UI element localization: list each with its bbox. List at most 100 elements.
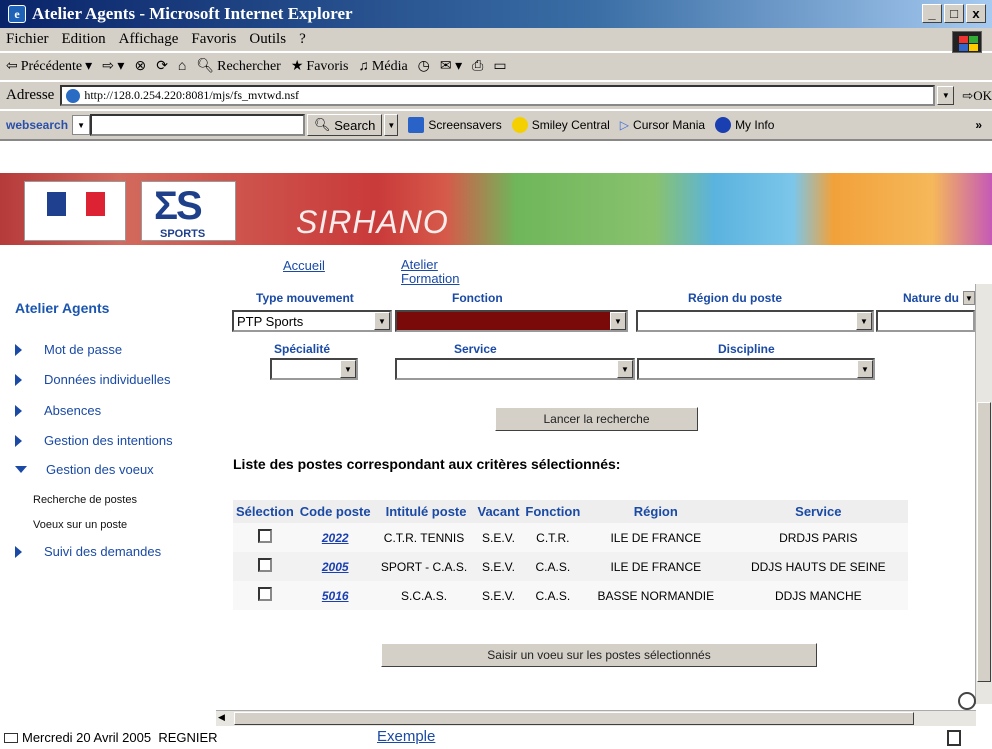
exemple-link[interactable]: Exemple (377, 728, 435, 745)
results-title: Liste des postes correspondant aux critè… (233, 456, 621, 472)
go-button[interactable]: ⇨OK (962, 88, 992, 104)
scroll-left-arrow-icon[interactable]: ◀ (218, 712, 225, 723)
history-icon[interactable]: ◷ (418, 58, 430, 75)
sidebar-item-requests[interactable]: Suivi des demandes (15, 544, 161, 559)
window-titlebar: e Atelier Agents - Microsoft Internet Ex… (0, 0, 992, 28)
code-link[interactable]: 2005 (322, 560, 349, 574)
home-icon[interactable]: ⌂ (178, 59, 186, 75)
col-header-vacant: Vacant (474, 500, 523, 523)
cell-region: ILE DE FRANCE (583, 552, 729, 581)
smiley-central-link[interactable]: Smiley Central (511, 117, 610, 133)
print-icon[interactable]: ⎙ (472, 59, 483, 75)
toolbar-overflow-chevron[interactable]: » (975, 118, 982, 132)
french-flag-icon (47, 192, 105, 216)
menu-bar: Fichier Edition Affichage Favoris Outils… (0, 28, 992, 52)
fonction-select[interactable]: ▼ (395, 310, 628, 332)
row-checkbox[interactable] (257, 587, 272, 601)
training-link[interactable]: Atelier Formation (401, 258, 481, 286)
stop-icon[interactable]: ⊗ (134, 58, 146, 75)
sidebar-subitem-search-posts[interactable]: Recherche de postes (33, 494, 137, 506)
sidebar-subitem-wish-on-post[interactable]: Voeux sur un poste (33, 519, 127, 531)
region-label: Région du poste (688, 291, 782, 305)
table-row: 5016 S.C.A.S. S.E.V. C.A.S. BASSE NORMAN… (233, 581, 909, 610)
col-header-region: Région (583, 500, 729, 523)
my-info-link[interactable]: My Info (715, 117, 774, 133)
menu-edition[interactable]: Edition (62, 31, 106, 48)
banner-title: SIRHANO (296, 204, 449, 240)
media-button[interactable]: ♫ Média (358, 59, 407, 75)
vertical-scrollbar[interactable] (975, 284, 992, 704)
forward-button[interactable]: ⇨ ▾ (102, 58, 124, 75)
back-arrow-icon: ⇦ (6, 59, 18, 74)
sidebar-item-wishes[interactable]: Gestion des voeux (15, 462, 154, 477)
address-input[interactable]: http://128.0.254.220:8081/mjs/fs_mvtwd.n… (60, 85, 936, 106)
ie-icon: e (8, 5, 26, 23)
cell-function: C.T.R. (522, 523, 584, 552)
chevron-down-icon: ▼ (617, 360, 633, 378)
edit-icon[interactable]: ▭ (493, 58, 506, 75)
refresh-icon[interactable]: ⟳ (156, 58, 168, 75)
cell-service: DDJS MANCHE (728, 581, 909, 610)
sports-logo-mark: ΣS (154, 184, 203, 228)
back-button[interactable]: ⇦ Précédente ▾ (6, 58, 92, 75)
submit-wish-button[interactable]: Saisir un voeu sur les postes sélectionn… (381, 643, 817, 667)
close-button[interactable]: x (966, 4, 986, 23)
websearch-button[interactable]: 🔍︎ Search (307, 114, 383, 136)
cell-service: DDJS HAUTS DE SEINE (728, 552, 909, 581)
search-options-dropdown[interactable]: ▼ (384, 114, 399, 136)
code-link[interactable]: 2022 (322, 531, 349, 545)
menu-help[interactable]: ? (299, 31, 306, 48)
horizontal-scrollbar[interactable]: ◀ (216, 710, 976, 726)
cursor-mania-link[interactable]: ▷ Cursor Mania (620, 118, 705, 132)
arrow-down-icon (15, 466, 27, 473)
search-toolbar-button[interactable]: 🔍︎ Rechercher (196, 58, 281, 75)
sidebar-item-password[interactable]: Mot de passe (15, 342, 122, 357)
launch-search-button[interactable]: Lancer la recherche (495, 407, 698, 431)
discipline-select[interactable]: ▼ (637, 358, 875, 380)
sidebar-item-personal-data[interactable]: Données individuelles (15, 372, 170, 387)
type-mouvement-select[interactable]: PTP Sports ▼ (232, 310, 392, 332)
table-row: 2005 SPORT - C.A.S. S.E.V. C.A.S. ILE DE… (233, 552, 909, 581)
mail-icon[interactable]: ✉ ▾ (440, 58, 462, 75)
sidebar-item-absences[interactable]: Absences (15, 403, 101, 418)
exit-icon[interactable] (947, 730, 961, 746)
arrow-right-icon (15, 545, 22, 558)
region-select[interactable]: ▼ (636, 310, 874, 332)
status-date: Mercredi 20 Avril 2005 (22, 730, 152, 745)
chevron-down-icon: ▼ (340, 360, 356, 378)
favorites-button[interactable]: ★ Favoris (291, 58, 349, 75)
specialite-select[interactable]: ▼ (270, 358, 358, 380)
nature-dropdown-icon[interactable]: ▼ (963, 291, 975, 305)
menu-favoris[interactable]: Favoris (191, 31, 236, 48)
maximize-button[interactable]: □ (944, 4, 964, 23)
info-icon (715, 117, 732, 133)
service-label: Service (454, 342, 497, 356)
cell-title: C.T.R. TENNIS (373, 523, 475, 552)
service-select[interactable]: ▼ (395, 358, 635, 380)
col-header-function: Fonction (522, 500, 584, 523)
nature-select[interactable] (876, 310, 975, 332)
results-table: Sélection Code poste Intitulé poste Vaca… (233, 500, 909, 610)
menu-fichier[interactable]: Fichier (6, 31, 49, 48)
websearch-dropdown[interactable]: ▼ (72, 115, 91, 135)
menu-outils[interactable]: Outils (249, 31, 286, 48)
nature-label: Nature du p (903, 291, 970, 305)
vertical-scroll-thumb[interactable] (977, 402, 991, 682)
arrow-right-icon (15, 404, 22, 417)
row-checkbox[interactable] (257, 558, 272, 572)
col-header-selection: Sélection (233, 500, 297, 523)
sidebar-item-intentions[interactable]: Gestion des intentions (15, 433, 173, 448)
magnifier-icon: 🔍︎ (314, 117, 331, 132)
home-link[interactable]: Accueil (283, 258, 325, 273)
menu-affichage[interactable]: Affichage (119, 31, 179, 48)
minimize-button[interactable]: _ (922, 4, 942, 23)
row-checkbox[interactable] (257, 529, 272, 543)
screensavers-link[interactable]: Screensavers (408, 117, 502, 133)
arrow-right-icon (15, 343, 22, 356)
address-dropdown[interactable]: ▼ (937, 86, 955, 105)
websearch-input[interactable] (90, 114, 306, 136)
cursor-icon: ▷ (619, 118, 630, 132)
fonction-label: Fonction (452, 291, 503, 305)
code-link[interactable]: 5016 (322, 589, 349, 603)
horizontal-scroll-thumb[interactable] (234, 712, 914, 725)
